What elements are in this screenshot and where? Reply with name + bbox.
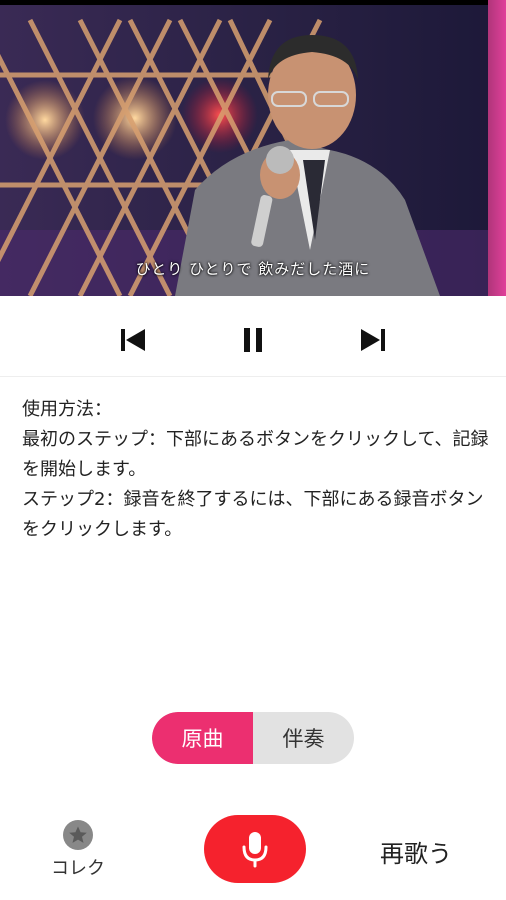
karaoke-screen: ひとり ひとりで 飲みだした酒に 使用方法： 最初のステップ：下部にあるボタンを… bbox=[0, 0, 506, 900]
collect-label: コレク bbox=[51, 858, 105, 879]
accompaniment-option[interactable]: 伴奏 bbox=[253, 712, 354, 764]
original-track-option[interactable]: 原曲 bbox=[152, 712, 253, 764]
microphone-icon bbox=[242, 832, 268, 868]
track-toggle: 原曲 伴奏 bbox=[152, 712, 354, 764]
playback-controls bbox=[0, 306, 506, 376]
pause-button[interactable] bbox=[233, 320, 273, 360]
collect-button[interactable]: コレク bbox=[46, 820, 110, 880]
video-frame bbox=[0, 0, 506, 296]
section-divider bbox=[0, 376, 506, 377]
video-player[interactable]: ひとり ひとりで 飲みだした酒に bbox=[0, 0, 506, 296]
pause-icon bbox=[244, 328, 262, 352]
skip-next-icon bbox=[361, 329, 385, 351]
skip-previous-button[interactable] bbox=[113, 320, 153, 360]
usage-instructions: 使用方法： 最初のステップ：下部にあるボタンをクリックして、記録を開始します。 … bbox=[22, 395, 492, 545]
lyric-subtitle: ひとり ひとりで 飲みだした酒に bbox=[135, 260, 371, 278]
skip-next-button[interactable] bbox=[353, 320, 393, 360]
stage-light bbox=[488, 0, 506, 296]
resing-button[interactable]: 再歌う bbox=[380, 834, 452, 869]
instructions-step-2: ステップ2：録音を終了するには、下部にある録音ボタンをクリックします。 bbox=[22, 489, 484, 540]
record-button[interactable] bbox=[204, 815, 306, 883]
instructions-heading: 使用方法： bbox=[22, 399, 112, 420]
instructions-step-1: 最初のステップ：下部にあるボタンをクリックして、記録を開始します。 bbox=[22, 429, 489, 480]
skip-previous-icon bbox=[121, 329, 145, 351]
star-icon bbox=[63, 820, 93, 850]
video-top-edge bbox=[0, 0, 506, 4]
